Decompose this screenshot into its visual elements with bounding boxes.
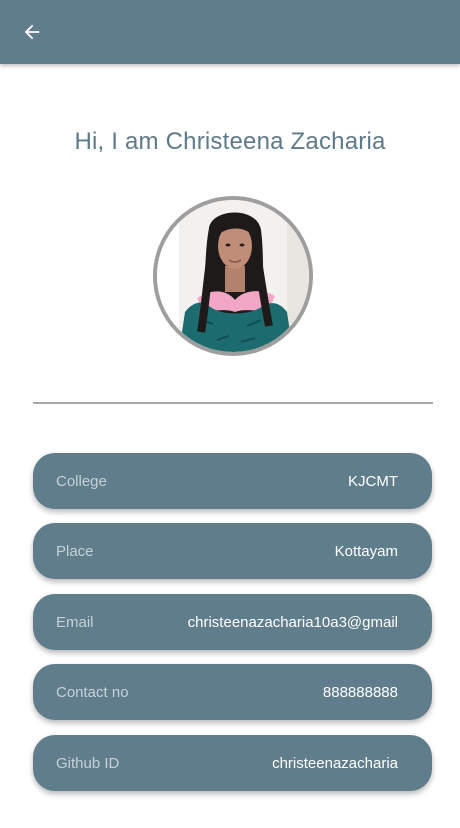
- github-label: Github ID: [56, 754, 120, 772]
- college-field[interactable]: College KJCMT: [33, 453, 432, 509]
- profile-avatar: [153, 196, 313, 356]
- college-label: College: [56, 472, 107, 490]
- place-value: Kottayam: [334, 542, 398, 560]
- divider: [33, 402, 433, 404]
- arrow-left-icon: [24, 24, 40, 40]
- email-value: christeenazacharia10a3@gmail: [187, 613, 398, 631]
- place-label: Place: [56, 542, 94, 560]
- greeting-title: Hi, I am Christeena Zacharia: [74, 128, 386, 155]
- back-button[interactable]: [14, 14, 50, 50]
- email-label: Email: [56, 613, 94, 631]
- college-value: KJCMT: [348, 472, 398, 490]
- app-bar: [0, 0, 460, 64]
- contact-label: Contact no: [56, 683, 129, 701]
- github-value: christeenazacharia: [272, 754, 398, 772]
- github-field[interactable]: Github ID christeenazacharia: [33, 735, 432, 791]
- email-field[interactable]: Email christeenazacharia10a3@gmail: [33, 594, 432, 650]
- contact-value: 888888888: [322, 683, 398, 701]
- place-field[interactable]: Place Kottayam: [33, 523, 432, 579]
- contact-field[interactable]: Contact no 888888888: [33, 664, 432, 720]
- profile-photo: [157, 200, 309, 352]
